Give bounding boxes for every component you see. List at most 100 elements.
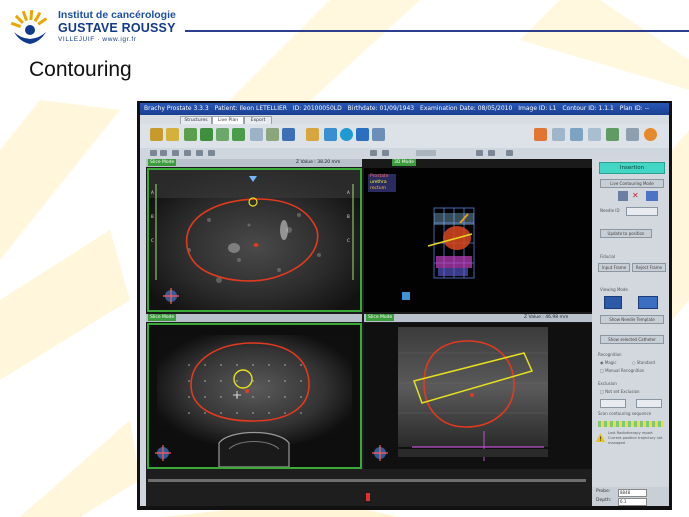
show-template-button[interactable]: Show Needle Template [600, 315, 664, 324]
exclusion-label: Exclusion [598, 381, 617, 386]
fiducial-label: Fiducial [600, 254, 616, 259]
contour-mode-button[interactable]: Live Contouring Mode [600, 179, 664, 188]
warning-icon: ! [596, 433, 605, 442]
timeline-marker[interactable] [366, 493, 370, 501]
rewind-icon[interactable] [370, 150, 377, 156]
next-icon[interactable] [476, 150, 483, 156]
transverse-view[interactable]: A B C A B C [147, 168, 362, 312]
depth-label: Depth: [596, 498, 612, 503]
template-icon[interactable] [588, 128, 601, 141]
plan-id: Plan ID: -- [619, 105, 650, 112]
depth-field[interactable]: 6.1 [618, 498, 647, 506]
live-ultrasound-image [155, 335, 352, 467]
logo-line2: GUSTAVE ROUSSY [58, 21, 176, 35]
update-position-button[interactable]: Update to position [600, 229, 652, 238]
view-icon[interactable] [356, 128, 369, 141]
redo-icon[interactable] [160, 150, 167, 156]
patient-name: Patient: Ileon LETELLIER [214, 105, 287, 112]
layout-icon[interactable] [282, 128, 295, 141]
dose-icon[interactable] [570, 128, 583, 141]
logo-line3: VILLEJUIF · www.igr.fr [58, 36, 137, 43]
software-screen: Brachy Prostate 3.3.3 Patient: Ileon LET… [140, 103, 669, 506]
pen-icon[interactable] [626, 128, 639, 141]
probe-label: Probe: [596, 489, 611, 494]
zoom-level-icon[interactable] [506, 150, 513, 156]
needle-icon[interactable] [552, 128, 565, 141]
three-d-view[interactable]: Prostate urethra rectum [364, 168, 592, 312]
control-panel: Insertion Live Contouring Mode ✕ Needle … [592, 159, 669, 499]
secondary-toolbar [140, 148, 669, 158]
needle-tools: ✕ [618, 191, 662, 201]
slice-slider[interactable] [416, 150, 436, 156]
bottom-left-header: Slice Mode [146, 314, 362, 322]
sagittal-view[interactable] [364, 323, 592, 469]
structure-legend: Prostate urethra rectum [368, 174, 396, 192]
input-frame-button[interactable]: Input Frame [598, 263, 630, 272]
svg-text:B: B [151, 214, 154, 219]
tab-row: Structures Live Plan Export [140, 115, 669, 125]
birthdate: Birthdate: 01/09/1943 [347, 105, 415, 112]
settings-icon[interactable] [306, 128, 319, 141]
contour-tool-icon[interactable] [184, 128, 197, 141]
angle-icon[interactable] [266, 128, 279, 141]
warning-text: Last Radiotherapy report Current positio… [608, 431, 663, 445]
cursor-icon[interactable] [172, 150, 179, 156]
three-d-render [364, 168, 592, 312]
reject-frame-button[interactable]: Reject Frame [632, 263, 666, 272]
exclusion-field[interactable] [600, 399, 626, 408]
save-icon[interactable] [166, 128, 179, 141]
top-left-mode: Slice Mode [148, 159, 177, 166]
svg-text:A: A [151, 190, 154, 195]
grid-icon[interactable] [324, 128, 337, 141]
manual-checkbox[interactable]: □ Manual Recognition [600, 368, 644, 373]
exclusion-checkbox[interactable]: □ Not set Exclusion [600, 389, 640, 394]
quad-view-icon[interactable] [638, 296, 658, 309]
zoom-in-icon[interactable] [196, 150, 203, 156]
sagittal-ultrasound-image [372, 327, 548, 461]
needle-arrow-icon[interactable] [618, 191, 628, 201]
exclusion-field-2[interactable] [636, 399, 662, 408]
undo-icon[interactable] [150, 150, 157, 156]
help-icon[interactable] [644, 128, 657, 141]
show-catheter-button[interactable]: Show selected Catheter [600, 335, 664, 344]
top-right-header: 3D Mode [364, 159, 592, 167]
main-toolbar [140, 124, 669, 148]
header-rule [185, 30, 689, 32]
organ-icon[interactable] [232, 128, 245, 141]
slide-title: Contouring [29, 58, 132, 81]
needle-view-icon[interactable] [646, 191, 658, 201]
viewing-mode-label: Viewing Mode [600, 287, 628, 292]
bottom-left-mode: Slice Mode [148, 314, 177, 321]
timeline-bar[interactable] [148, 479, 586, 482]
app-titlebar: Brachy Prostate 3.3.3 Patient: Ileon LET… [140, 103, 669, 115]
measure-icon[interactable] [250, 128, 263, 141]
plan-arrow-icon[interactable] [534, 128, 547, 141]
top-left-header: Slice Mode Z Value : 38.20 mm [146, 159, 362, 167]
probe-field[interactable]: 8848 [618, 489, 647, 497]
prev-icon[interactable] [382, 150, 389, 156]
standard-radio[interactable]: ○ Standard [632, 360, 655, 365]
scan-label: Scan contouring sequence [598, 411, 652, 416]
draw-tool-icon[interactable] [200, 128, 213, 141]
monitor-frame: Brachy Prostate 3.3.3 Patient: Ileon LET… [137, 101, 672, 510]
delete-needle-icon[interactable]: ✕ [632, 192, 639, 200]
standard-option-label: Standard [636, 360, 655, 365]
zoom-out-icon[interactable] [208, 150, 215, 156]
bottom-right-header: Slice Mode Z Value : 46.98 mm [364, 314, 592, 322]
probe-fields: Probe: 8848 Depth: 6.1 [592, 487, 669, 506]
globe-icon[interactable] [340, 128, 353, 141]
insertion-button[interactable]: Insertion [599, 162, 665, 174]
svg-text:B: B [347, 214, 350, 219]
magic-radio[interactable]: ◉ Magic [600, 360, 617, 365]
needle-select[interactable] [626, 207, 658, 216]
single-view-icon[interactable] [604, 296, 622, 309]
zoom-icon[interactable] [372, 128, 385, 141]
export-icon[interactable] [606, 128, 619, 141]
open-folder-icon[interactable] [150, 128, 163, 141]
pan-icon[interactable] [184, 150, 191, 156]
forward-icon[interactable] [488, 150, 495, 156]
live-transverse-view[interactable] [147, 323, 362, 469]
svg-text:!: ! [600, 436, 602, 442]
image-id: Image ID: L1 [518, 105, 557, 112]
edit-tool-icon[interactable] [216, 128, 229, 141]
